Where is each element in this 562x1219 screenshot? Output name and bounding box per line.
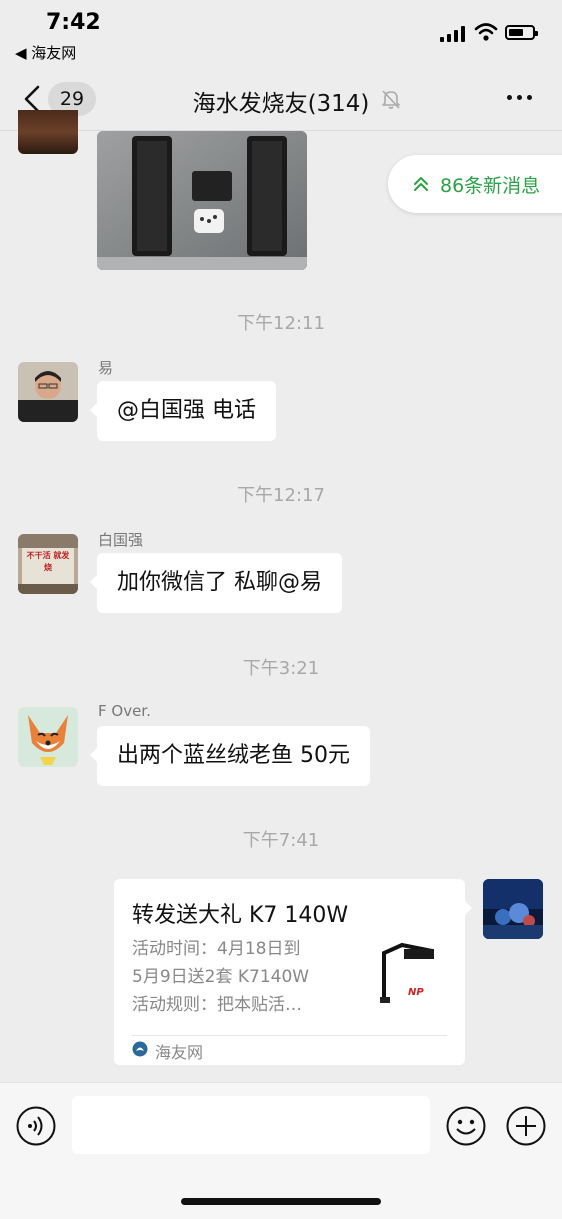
message-bubble[interactable]: 出两个蓝丝绒老鱼 50元 [90,726,370,786]
avatar[interactable] [18,707,78,767]
card-divider [132,1035,447,1036]
message-bubble[interactable]: @白国强 电话 [90,381,276,441]
message-text: 加你微信了 私聊@易 [117,570,322,595]
home-indicator[interactable] [181,1198,381,1205]
card-thumbnail: NP [374,939,446,1011]
wifi-icon [474,23,498,41]
emoji-icon[interactable] [446,1106,486,1146]
sender-name: 易 [98,359,114,377]
message-bubble[interactable]: 加你微信了 私聊@易 [90,553,342,613]
message-input[interactable] [72,1096,430,1154]
timestamp: 下午12:17 [237,485,325,506]
more-dots-icon[interactable] [505,95,535,103]
back-to-app-link[interactable]: ◀ 海友网 [15,42,76,63]
card-desc-line: 5月9日送2套 K7140W [132,967,310,987]
chat-title-text: 海水发烧友(314) [192,91,370,117]
message-text: 出两个蓝丝绒老鱼 50元 [117,743,350,768]
card-source: 海友网 [155,1043,204,1062]
mute-bell-icon [382,90,400,109]
chat-title: 海水发烧友(314) [0,84,562,118]
sender-name: 白国强 [98,531,144,549]
status-time: 7:42 [46,10,101,35]
avatar[interactable]: 不干活 就发烧 [18,534,78,594]
sender-name: F Over. [98,702,151,720]
timestamp: 下午12:11 [237,313,325,334]
timestamp: 下午7:41 [242,830,320,851]
message-text: @白国强 电话 [117,398,256,423]
new-messages-label: 86条新消息 [440,175,541,197]
card-desc-line: 活动规则：把本贴活… [132,995,302,1015]
timestamp: 下午3:21 [242,658,320,679]
card-desc-line: 活动时间：4月18日到 [132,939,301,959]
image-message[interactable] [97,131,307,270]
led-light-photo [97,131,307,270]
avatar[interactable] [18,362,78,422]
battery-icon [505,25,538,40]
my-avatar[interactable] [483,879,543,939]
source-logo-icon [132,1041,148,1057]
avatar[interactable] [18,110,78,154]
avatar-sign-text: 不干活 就发烧 [26,551,70,572]
link-card[interactable]: 转发送大礼 K7 140W 活动时间：4月18日到 5月9日送2套 K7140W… [114,879,472,1065]
new-messages-pill[interactable]: 86条新消息 [388,155,562,213]
card-title: 转发送大礼 K7 140W [132,903,349,928]
plus-icon[interactable] [506,1106,546,1146]
double-up-arrow-icon [414,177,428,191]
signal-icon [440,26,468,42]
voice-icon[interactable] [16,1106,56,1146]
card-thumb-brand: NP [408,987,424,998]
